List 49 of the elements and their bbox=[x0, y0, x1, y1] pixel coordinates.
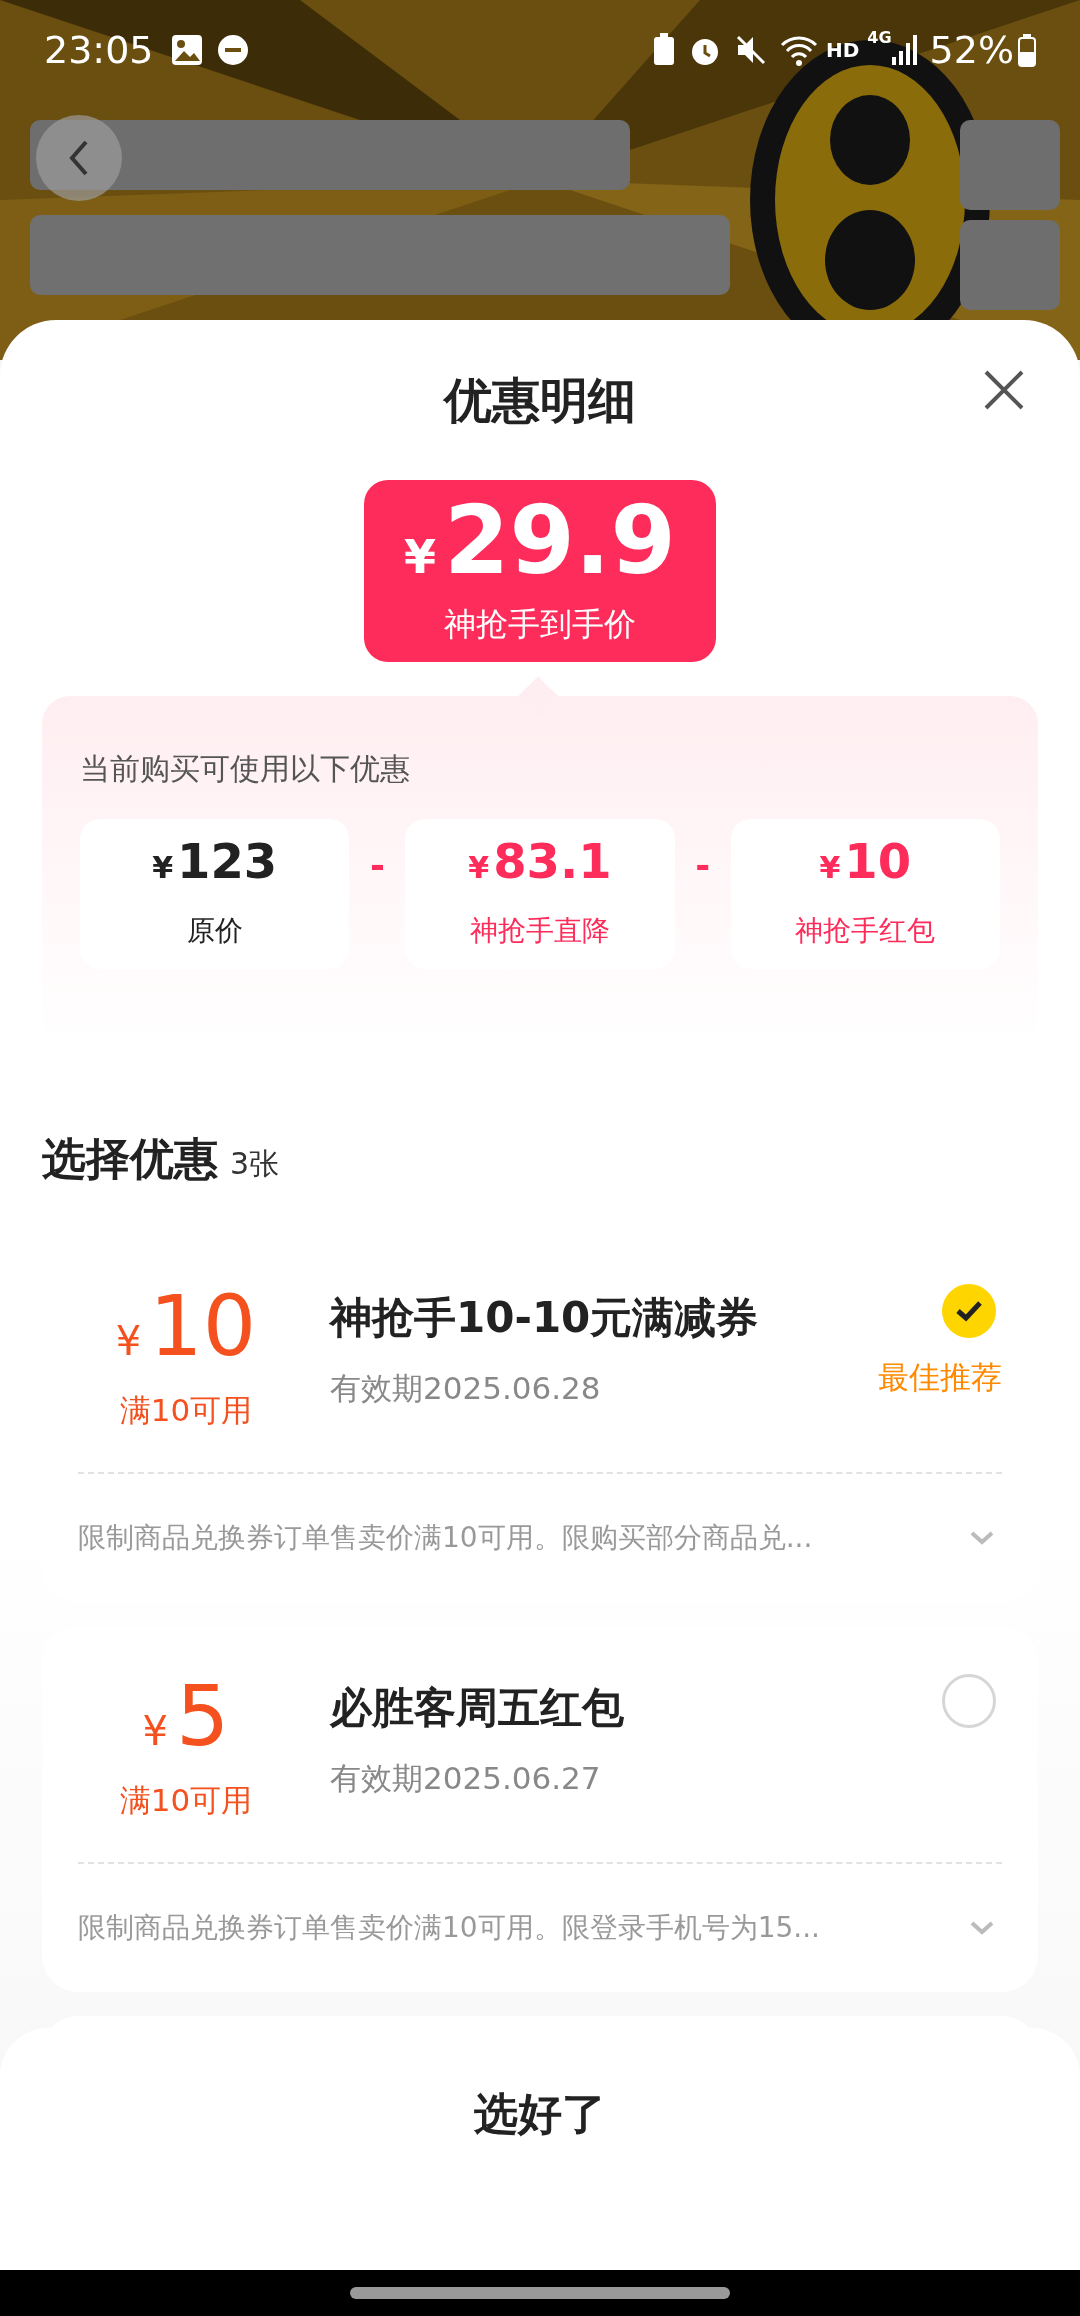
coupon-amount: 5 bbox=[176, 1674, 230, 1758]
signal-icon bbox=[891, 33, 918, 67]
do-not-disturb-icon bbox=[215, 33, 250, 67]
amount: 83.1 bbox=[493, 836, 612, 885]
validity-date: 有效期2025.06.28 bbox=[330, 1369, 602, 1408]
select-radio[interactable] bbox=[942, 1284, 996, 1338]
currency-symbol: ¥ bbox=[152, 848, 174, 887]
chevron-down-icon bbox=[970, 1531, 994, 1545]
section-heading: 选择优惠 bbox=[42, 1132, 218, 1186]
coupon-note: 限制商品兑换券订单售卖价满10可用。限登录手机号为15... bbox=[78, 1910, 821, 1946]
currency-symbol: ¥ bbox=[115, 1317, 142, 1366]
recommend-tag: 最佳推荐 bbox=[878, 1354, 1002, 1401]
image-icon bbox=[169, 33, 204, 67]
select-radio[interactable] bbox=[942, 1674, 996, 1728]
coupon-title: 必胜客周五红包 bbox=[330, 1682, 625, 1734]
amount-label: 原价 bbox=[186, 912, 243, 949]
minus-sign: - bbox=[694, 844, 712, 888]
wifi-icon bbox=[779, 33, 818, 67]
minus-sign: - bbox=[368, 844, 386, 888]
currency-symbol: ¥ bbox=[468, 848, 490, 887]
coupon-condition: 满10可用 bbox=[119, 1391, 253, 1430]
chevron-down-icon bbox=[970, 1921, 994, 1935]
coupon-title: 神抢手10-10元满减券 bbox=[330, 1292, 760, 1344]
currency-symbol: ¥ bbox=[819, 848, 841, 887]
coupon-condition: 满10可用 bbox=[119, 1781, 253, 1820]
validity-date: 有效期2025.06.27 bbox=[330, 1759, 602, 1798]
currency-symbol: ¥ bbox=[404, 529, 437, 586]
breakdown-heading: 当前购买可使用以下优惠 bbox=[80, 750, 411, 788]
coupon-count: 3张 bbox=[230, 1145, 280, 1183]
battery-saver-icon bbox=[651, 33, 676, 67]
currency-symbol: ¥ bbox=[142, 1707, 168, 1756]
check-icon bbox=[954, 1299, 984, 1323]
amount-label: 神抢手直降 bbox=[470, 912, 610, 949]
cellular-label: 4G bbox=[867, 27, 892, 49]
coupon-note: 限制商品兑换券订单售卖价满10可用。限购买部分商品兑... bbox=[78, 1520, 814, 1556]
sheet-title: 优惠明细 bbox=[444, 371, 636, 430]
amount: 123 bbox=[177, 836, 278, 885]
amount-label: 神抢手红包 bbox=[795, 912, 936, 949]
battery-icon bbox=[1018, 33, 1036, 67]
coupon-amount: 10 bbox=[149, 1284, 257, 1368]
battery-percentage: 52% bbox=[929, 26, 1014, 74]
close-icon bbox=[984, 370, 1024, 410]
clock: 23:05 bbox=[44, 26, 154, 74]
amount: 10 bbox=[844, 836, 912, 885]
final-price-label: 神抢手到手价 bbox=[444, 604, 636, 645]
final-price: 29.9 bbox=[444, 494, 676, 588]
home-indicator[interactable] bbox=[350, 2287, 730, 2299]
confirm-button[interactable]: 选好了 bbox=[434, 2066, 646, 2162]
network-label: HD bbox=[825, 37, 860, 64]
